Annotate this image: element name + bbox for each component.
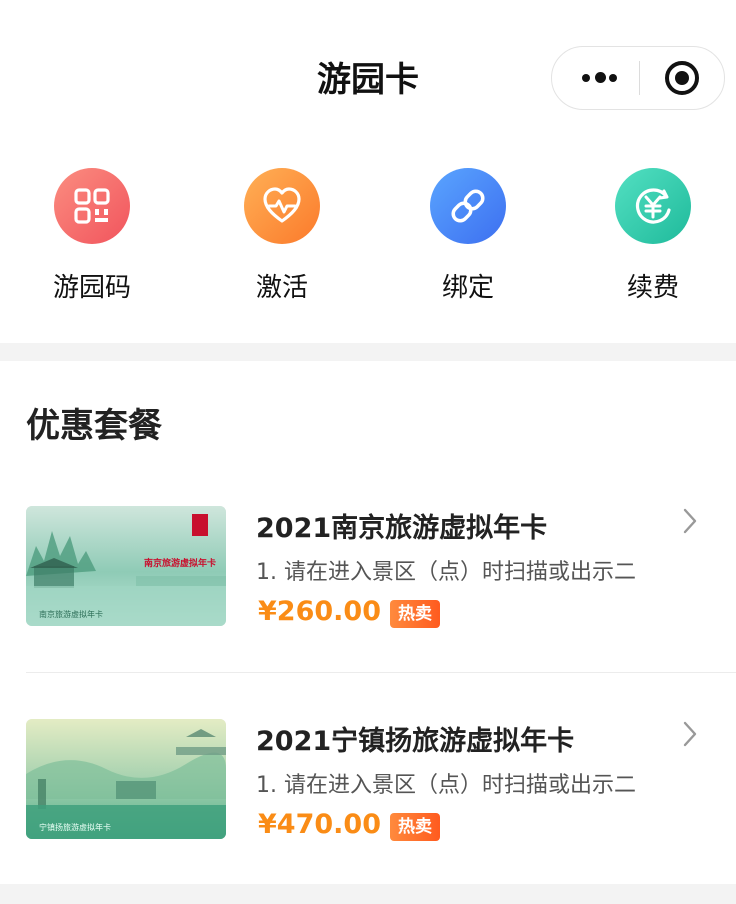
product-thumbnail: 南京旅游虚拟年卡 南京旅游虚拟年卡 xyxy=(26,506,226,626)
product-thumbnail: 宁镇扬旅游虚拟年卡 xyxy=(26,719,226,839)
action-bind[interactable]: 绑定 xyxy=(388,160,548,310)
bottom-divider xyxy=(0,884,736,904)
chevron-right-icon xyxy=(683,508,697,534)
page: 游园卡 游园码 激活 绑定 续费 优惠套餐 南京旅游虚拟年卡 南京旅游虚拟年卡 … xyxy=(0,0,736,904)
action-label: 绑定 xyxy=(441,273,494,303)
heart-pulse-icon xyxy=(244,168,320,244)
more-dots-icon[interactable] xyxy=(578,47,640,109)
product-description: 1. 请在进入景区（点）时扫描或出示二 xyxy=(256,560,636,585)
hot-sale-badge: 热卖 xyxy=(390,813,440,841)
quick-actions: 游园码 激活 绑定 续费 xyxy=(0,160,736,340)
section-divider xyxy=(0,343,736,361)
action-renew[interactable]: 续费 xyxy=(573,160,733,310)
yuan-icon xyxy=(615,168,691,244)
product-card[interactable]: 南京旅游虚拟年卡 南京旅游虚拟年卡 2021南京旅游虚拟年卡 1. 请在进入景区… xyxy=(0,506,736,676)
action-activate[interactable]: 激活 xyxy=(202,160,362,310)
thumbnail-banner: 南京旅游虚拟年卡 xyxy=(143,559,216,569)
hot-sale-badge: 热卖 xyxy=(390,600,440,628)
mini-program-capsule xyxy=(551,46,725,110)
row-divider xyxy=(26,672,736,673)
qr-code-icon xyxy=(54,168,130,244)
link-icon xyxy=(430,168,506,244)
chevron-right-icon xyxy=(683,721,697,747)
product-price: ¥470.00 xyxy=(258,809,381,840)
action-label: 激活 xyxy=(255,273,308,303)
action-label: 续费 xyxy=(626,273,679,303)
capsule-divider xyxy=(639,61,640,95)
close-target-icon[interactable] xyxy=(665,61,699,95)
action-label: 游园码 xyxy=(52,273,131,303)
product-title: 2021南京旅游虚拟年卡 xyxy=(256,513,548,544)
thumbnail-caption: 宁镇扬旅游虚拟年卡 xyxy=(39,823,111,832)
header: 游园卡 xyxy=(0,0,736,150)
section-title: 优惠套餐 xyxy=(26,406,162,446)
thumbnail-caption: 南京旅游虚拟年卡 xyxy=(39,610,103,619)
product-card[interactable]: 宁镇扬旅游虚拟年卡 2021宁镇扬旅游虚拟年卡 1. 请在进入景区（点）时扫描或… xyxy=(0,719,736,889)
product-price: ¥260.00 xyxy=(258,596,381,627)
product-title: 2021宁镇扬旅游虚拟年卡 xyxy=(256,726,575,757)
product-description: 1. 请在进入景区（点）时扫描或出示二 xyxy=(256,773,636,798)
action-park-code[interactable]: 游园码 xyxy=(12,160,172,310)
